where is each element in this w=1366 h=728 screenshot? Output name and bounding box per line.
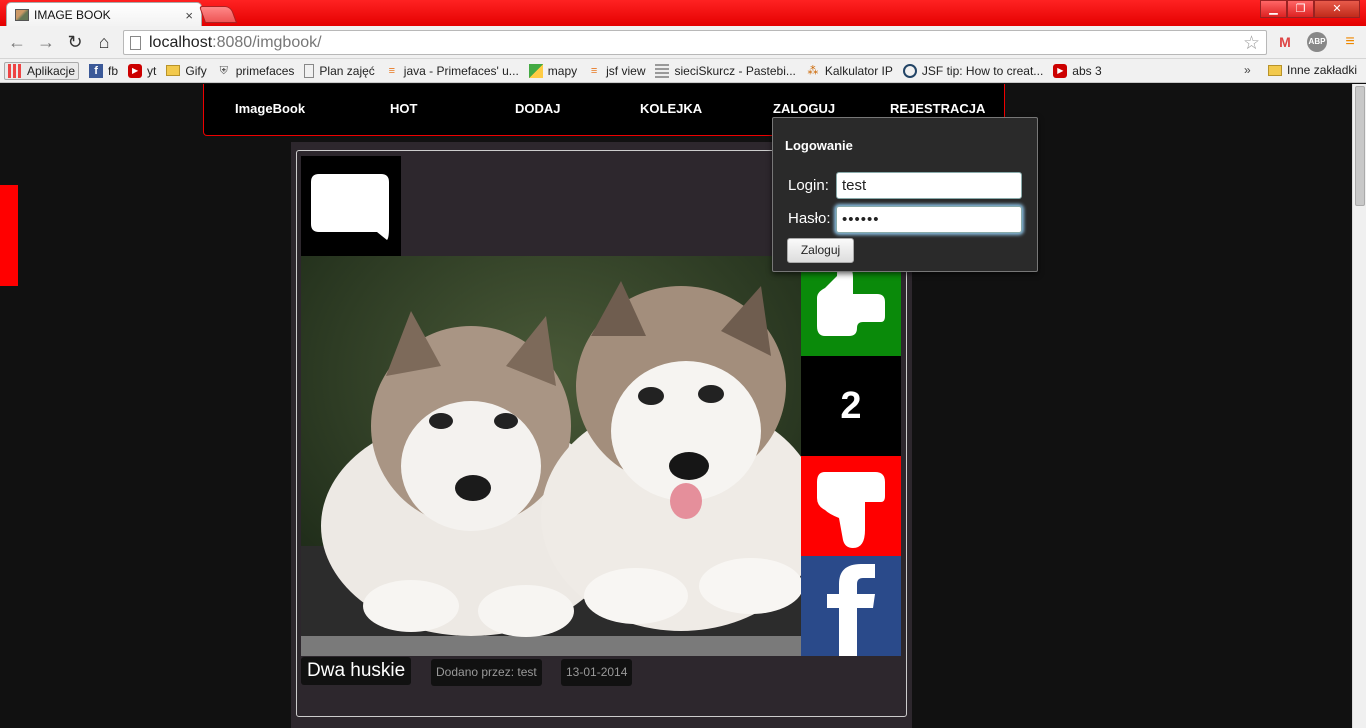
bookmark-label: yt <box>147 63 157 78</box>
login-title: Logowanie <box>785 138 853 153</box>
vote-down-button[interactable] <box>801 456 901 556</box>
apps-grid-icon <box>8 63 22 78</box>
bookmark-mapy[interactable]: mapy <box>528 63 578 78</box>
password-input[interactable]: •••••• <box>836 206 1022 233</box>
bookmark-sieciskurcz[interactable]: sieciSkurcz - Pastebi... <box>655 63 796 78</box>
bookmark-jsf-view[interactable]: ≡ jsf view <box>587 63 646 78</box>
login-label: Login: <box>788 177 829 194</box>
facebook-icon: f <box>89 63 104 78</box>
menu-icon[interactable]: ≡ <box>1340 32 1360 52</box>
folder-icon <box>1268 64 1282 76</box>
husky-puppies-image <box>301 256 801 656</box>
bookmark-label: java - Primefaces' u... <box>403 63 519 78</box>
page-scrollbar[interactable] <box>1352 84 1366 728</box>
other-bookmarks-label: Inne zakładki <box>1287 63 1358 77</box>
nav-zaloguj[interactable]: ZALOGUJ <box>773 101 835 116</box>
globe-icon <box>902 63 917 78</box>
bookmark-aplikacje[interactable]: Aplikacje <box>4 61 80 80</box>
close-window-button[interactable]: ✕ <box>1314 0 1360 18</box>
shield-icon: ⛨ <box>219 64 228 77</box>
bookmark-jsf-tip[interactable]: JSF tip: How to creat... <box>902 63 1044 78</box>
minimize-button[interactable]: ▁ <box>1260 0 1287 18</box>
page-icon <box>130 35 141 50</box>
bookmark-label: JSF tip: How to creat... <box>921 63 1044 78</box>
bookmark-label: abs 3 <box>1072 63 1102 78</box>
post-date: 13-01-2014 <box>561 659 633 686</box>
bookmark-label: jsf view <box>606 63 646 78</box>
bookmark-label: mapy <box>547 63 578 78</box>
scrollbar-thumb[interactable] <box>1355 86 1365 206</box>
bookmark-label: Gify <box>185 63 207 78</box>
login-input[interactable]: test <box>836 172 1022 199</box>
network-icon: ⁂ <box>807 64 819 77</box>
page-viewport: ImageBook HOT DODAJ KOLEJKA ZALOGUJ REJE… <box>0 84 1352 728</box>
browser-toolbar: ← → ↻ ⌂ localhost :8080/imgbook/ ☆ M ABP… <box>0 26 1366 59</box>
bookmarks-overflow-button[interactable]: » <box>1244 63 1251 77</box>
bookmark-label: fb <box>108 63 119 78</box>
login-popup: Logowanie Login: test Hasło: •••••• Zalo… <box>772 117 1038 272</box>
login-submit-button[interactable]: Zaloguj <box>787 238 854 263</box>
bookmark-label: sieciSkurcz - Pastebi... <box>674 63 796 78</box>
bookmark-label: Plan zajęć <box>319 63 375 78</box>
bookmark-fb[interactable]: f fb <box>89 63 119 78</box>
bookmark-abs3[interactable]: ▶ abs 3 <box>1053 63 1102 78</box>
bookmarks-bar: Aplikacje f fb ▶ yt Gify ⛨ primefaces Pl… <box>0 59 1366 83</box>
facebook-icon <box>827 564 875 656</box>
vote-count: 2 <box>801 356 901 456</box>
thumbs-down-icon <box>817 472 885 548</box>
stackoverflow-icon: ≡ <box>590 64 598 77</box>
browser-titlebar: IMAGE BOOK × ▁ ❐ ✕ <box>0 0 1366 27</box>
tab-close-icon[interactable]: × <box>185 8 193 23</box>
adblock-icon[interactable]: ABP <box>1307 32 1327 52</box>
side-tab[interactable] <box>0 185 18 286</box>
post-title[interactable]: Dwa huskie <box>301 657 412 685</box>
page-icon <box>304 63 315 78</box>
password-label: Hasło: <box>788 210 831 227</box>
reload-icon[interactable]: ↻ <box>64 31 86 53</box>
bookmark-plan-zajec[interactable]: Plan zajęć <box>304 63 375 78</box>
nav-imagebook[interactable]: ImageBook <box>235 101 305 116</box>
tab-title: IMAGE BOOK <box>34 8 111 22</box>
stackoverflow-icon: ≡ <box>388 64 395 77</box>
nav-hot[interactable]: HOT <box>390 101 417 116</box>
forward-icon[interactable]: → <box>35 31 57 53</box>
gmail-icon[interactable]: M <box>1275 32 1295 52</box>
nav-kolejka[interactable]: KOLEJKA <box>640 101 702 116</box>
bookmark-java-primefaces[interactable]: ≡ java - Primefaces' u... <box>385 64 519 78</box>
back-icon[interactable]: ← <box>6 31 28 53</box>
nav-dodaj[interactable]: DODAJ <box>515 101 561 116</box>
speech-bubble-icon <box>311 174 389 240</box>
bookmark-label: primefaces <box>235 63 295 78</box>
bookmark-label: Kalkulator IP <box>824 63 893 78</box>
home-icon[interactable]: ⌂ <box>93 31 115 53</box>
window-controls: ▁ ❐ ✕ <box>1260 0 1360 18</box>
tab-favicon-icon <box>15 9 29 21</box>
post-author: Dodano przez: test <box>431 659 542 686</box>
maximize-button[interactable]: ❐ <box>1287 0 1314 18</box>
comment-button[interactable] <box>301 156 401 256</box>
bookmark-gify[interactable]: Gify <box>166 63 207 78</box>
bookmark-kalkulator-ip[interactable]: ⁂ Kalkulator IP <box>806 64 893 78</box>
address-bar[interactable]: localhost :8080/imgbook/ ☆ <box>123 30 1267 55</box>
url-path: :8080/imgbook/ <box>212 33 322 51</box>
nav-rejestracja[interactable]: REJESTRACJA <box>890 101 985 116</box>
facebook-share-button[interactable] <box>801 556 901 656</box>
other-bookmarks-folder[interactable]: Inne zakładki <box>1268 63 1357 77</box>
youtube-icon: ▶ <box>1053 63 1068 78</box>
bookmark-yt[interactable]: ▶ yt <box>128 63 157 78</box>
url-host: localhost <box>149 33 213 51</box>
bookmark-star-icon[interactable]: ☆ <box>1243 32 1260 55</box>
bookmark-label: Aplikacje <box>27 63 76 78</box>
maps-icon <box>528 63 543 78</box>
new-tab-button[interactable] <box>198 6 238 23</box>
pastebin-icon <box>655 63 670 78</box>
browser-tab[interactable]: IMAGE BOOK × <box>6 2 202 27</box>
post-image[interactable] <box>301 256 801 656</box>
bookmark-primefaces[interactable]: ⛨ primefaces <box>217 64 295 78</box>
youtube-icon: ▶ <box>128 63 143 78</box>
folder-icon <box>166 65 181 76</box>
